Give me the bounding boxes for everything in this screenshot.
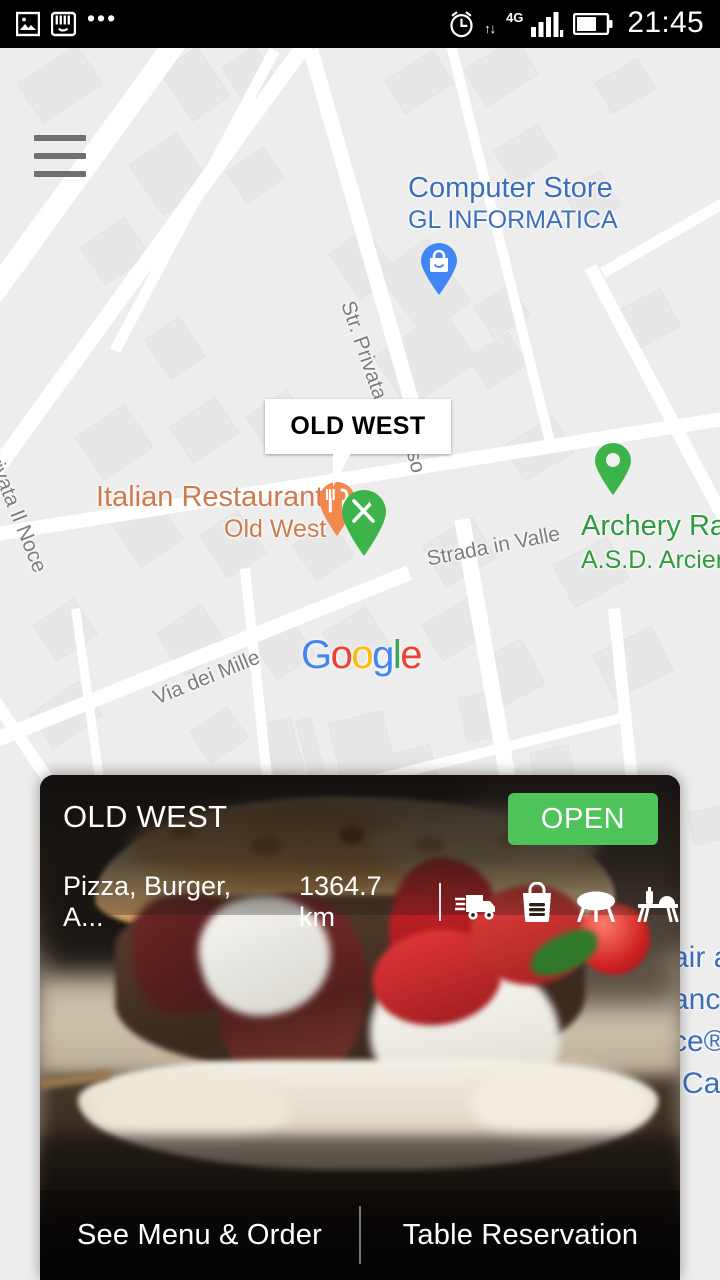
poi-label-italian-restaurant[interactable]: Italian Restaurant bbox=[96, 481, 323, 514]
table-reservation-button[interactable]: Table Reservation bbox=[361, 1219, 680, 1252]
restaurant-card[interactable]: OLD WEST OPEN Pizza, Burger, A... 1364.7… bbox=[40, 775, 680, 1280]
poi-label-archery-range[interactable]: Archery Ran bbox=[581, 510, 720, 543]
info-window-title: OLD WEST bbox=[290, 412, 426, 440]
shopping-bag-pin[interactable] bbox=[419, 241, 459, 295]
see-menu-and-order-button[interactable]: See Menu & Order bbox=[40, 1219, 359, 1252]
map-info-window[interactable]: OLD WEST bbox=[265, 399, 451, 487]
outdoor-dining-icon bbox=[637, 887, 679, 922]
poi-sublabel-computer-store: GL INFORMATICA bbox=[408, 206, 618, 234]
service-icons bbox=[455, 882, 680, 922]
data-transfer-icon: ↑↓ bbox=[484, 20, 496, 36]
status-bar-left: ••• bbox=[0, 6, 117, 37]
hamburger-bar bbox=[34, 135, 86, 141]
hamburger-bar bbox=[34, 171, 86, 177]
google-logo: Google bbox=[301, 633, 422, 678]
selected-restaurant-pin[interactable] bbox=[338, 488, 390, 556]
poi-sublabel-archery-range: A.S.D. Arcieri C bbox=[581, 546, 720, 574]
card-title: OLD WEST bbox=[63, 799, 228, 834]
status-badge-open[interactable]: OPEN bbox=[508, 793, 658, 845]
hamburger-bar bbox=[34, 153, 86, 159]
distance-label: 1364.7 km bbox=[299, 871, 382, 932]
google-logo-letter-3: g bbox=[372, 633, 394, 677]
network-type-label: 4G bbox=[506, 9, 524, 25]
status-bar-right: ↑↓ 4G 21:45 bbox=[448, 6, 720, 39]
more-dots-icon: ••• bbox=[87, 4, 118, 31]
signal-icon bbox=[531, 11, 564, 37]
app-screen: ••• ↑↓ 4G 21:45 Computer Store GL INFORM… bbox=[0, 0, 720, 1280]
poi-partial-label-4: Car bbox=[682, 1067, 720, 1100]
google-logo-letter-0: G bbox=[301, 633, 332, 677]
hamburger-menu-icon[interactable] bbox=[34, 135, 86, 177]
table-icon bbox=[577, 891, 615, 922]
google-logo-letter-2: o bbox=[351, 633, 373, 677]
keyboard-icon bbox=[51, 11, 76, 37]
delivery-truck-icon bbox=[455, 895, 495, 920]
meta-divider bbox=[439, 883, 441, 921]
card-meta-row: Pizza, Burger, A... 1364.7 km bbox=[63, 871, 680, 933]
card-action-bar: See Menu & Order Table Reservation bbox=[40, 1190, 680, 1280]
poi-sublabel-italian-restaurant: Old West bbox=[224, 515, 327, 543]
alarm-icon bbox=[450, 11, 473, 37]
image-icon bbox=[16, 11, 40, 37]
clock-label: 21:45 bbox=[627, 6, 704, 39]
place-pin-archery[interactable] bbox=[593, 441, 633, 495]
takeaway-bag-icon bbox=[523, 882, 551, 922]
cuisine-label: Pizza, Burger, A... bbox=[63, 871, 232, 932]
google-logo-letter-1: o bbox=[330, 633, 353, 677]
battery-icon bbox=[573, 13, 613, 35]
google-logo-letter-5: e bbox=[400, 633, 422, 677]
status-bar: ••• ↑↓ 4G 21:45 bbox=[0, 0, 720, 48]
poi-label-computer-store[interactable]: Computer Store bbox=[408, 172, 613, 205]
